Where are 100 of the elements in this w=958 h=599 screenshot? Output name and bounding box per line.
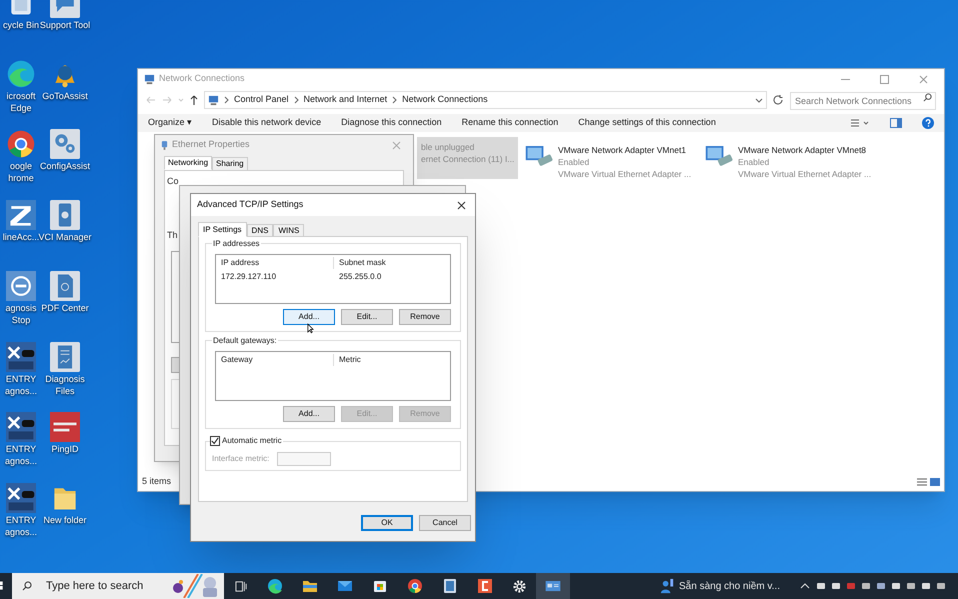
maximize-button[interactable] [880,74,889,84]
adapter-device: VMware Virtual Ethernet Adapter ... [558,168,692,180]
store-icon[interactable] [372,578,388,594]
mail-icon[interactable] [337,578,353,594]
checkbox[interactable] [210,436,220,446]
car-tile-icon[interactable] [6,482,36,513]
address-bar[interactable]: Control Panel Network and Internet Network Connections [204,91,767,109]
c-logo-icon[interactable] [477,578,493,594]
chrome-icon[interactable] [407,578,423,594]
breadcrumb-item[interactable]: Control Panel [234,93,289,107]
dialog-title: Advanced TCP/IP Settings [197,198,304,212]
column-header: Gateway [216,354,334,366]
report-icon[interactable] [50,342,80,372]
tab[interactable]: Sharing [212,157,248,171]
mouse-cursor-icon [307,323,314,334]
dropdown-icon[interactable] [755,96,763,104]
help-icon[interactable] [922,117,934,129]
network-icon [208,94,219,106]
column-header: Metric [338,354,362,366]
adapter-name: VMware Network Adapter VMnet1 [558,144,688,156]
button[interactable]: Add... [283,406,335,422]
chevron-up-icon[interactable] [800,582,810,590]
chevron-icon [224,96,229,104]
device-icon[interactable] [50,200,80,230]
field-label: Co [167,175,179,188]
tab[interactable]: IP Settings [198,222,247,237]
command-button[interactable]: Rename this connection [462,116,558,130]
preview-pane-icon[interactable] [890,118,902,128]
tab[interactable]: Networking [164,156,212,170]
close-button[interactable] [457,200,466,210]
button[interactable]: Cancel [419,515,471,531]
person-icon[interactable] [659,578,676,594]
active-app-button[interactable] [536,573,570,599]
search-field[interactable]: Type here to search [12,573,224,599]
command-button[interactable]: Disable this network device [212,116,322,130]
command-button[interactable]: Change settings of this connection [578,116,716,130]
icon-label: VCI Manager [38,231,92,244]
settings-icon[interactable] [512,578,527,594]
chevron-icon [392,96,398,104]
icon-label: icrosoft Edge [5,90,36,114]
button[interactable]: Edit... [341,309,393,325]
icon-label: PingID [51,443,78,456]
adapter-item[interactable]: VMware Network Adapter VMnet1 Enabled VMware Virtual Ethernet Adapter ... [520,140,696,184]
search-icon [22,581,32,591]
adapter-name: VMware Network Adapter VMnet8 [738,144,868,156]
check-icon [211,437,219,445]
adapter-device: ernet Connection (11) I... [421,153,514,165]
status-text: 5 items [142,475,172,488]
icon-label: ENTRY agnos... [4,514,38,538]
icon-label: oogle hrome [7,160,35,184]
command-button[interactable]: Diagnose this connection [341,116,442,130]
car-tile-icon[interactable] [6,342,36,372]
icon-label: PDF Center [41,302,89,314]
tiles-view-icon[interactable] [930,478,940,486]
tab[interactable]: WINS [273,224,304,237]
task-view-icon[interactable] [235,580,248,592]
adapter-status: ble unplugged [421,141,476,153]
icon-label: New folder [43,514,87,526]
id-tile-icon[interactable] [50,412,80,442]
document-icon[interactable] [442,578,458,594]
adapter-status: Enabled [558,156,590,168]
tab[interactable]: DNS [246,224,274,237]
view-options-icon[interactable] [850,118,870,128]
breadcrumb-item[interactable]: Network Connections [402,93,488,107]
window-title: Network Connections [159,72,245,86]
network-plug-icon [161,140,168,150]
breadcrumb-item[interactable]: Network and Internet [304,93,388,107]
up-button[interactable] [190,94,198,106]
table-cell-text: 172.29.127.110 [220,271,278,283]
adapter-device: VMware Virtual Ethernet Adapter ... [738,168,872,180]
details-view-icon[interactable] [917,477,927,487]
button[interactable]: Remove [399,309,451,325]
adapter-item[interactable]: VMware Network Adapter VMnet8 Enabled VMware Virtual Ethernet Adapter ... [700,140,876,184]
folder-icon[interactable] [302,578,318,594]
field-label: Th [167,229,178,242]
adapter-status: Enabled [738,156,770,168]
icon-label: Support Tool [40,19,90,31]
button[interactable]: OK [361,515,413,531]
icon-label: cycle Bin [2,19,39,31]
z-logo-icon[interactable] [6,200,36,230]
notification-text[interactable]: Sẵn sàng cho niềm v... [679,578,780,594]
edge-icon[interactable] [267,578,283,594]
field-label: Interface metric: [212,453,270,465]
icon-label: lineAcc... [2,231,40,244]
search-field[interactable]: Search Network Connections [790,92,936,110]
group-label: Default gateways: [212,335,278,347]
command-button[interactable]: Organize ▾ [148,116,192,130]
icon-label: ConfigAssist [40,160,90,172]
gears-icon[interactable] [50,129,80,160]
refresh-button[interactable] [773,94,784,106]
car-tile-icon[interactable] [6,412,36,442]
stop-sign-icon[interactable] [6,270,36,301]
column-header: Subnet mask [338,257,387,269]
dialog-title: Ethernet Properties [172,138,250,152]
column-header: IP address [216,257,334,269]
icon-label: Diagnosis Files [44,372,86,396]
search-icon [923,93,932,102]
icon-label: agnosis Stop [4,302,38,326]
chevron-icon [294,96,299,104]
button[interactable]: Add... [283,309,335,325]
